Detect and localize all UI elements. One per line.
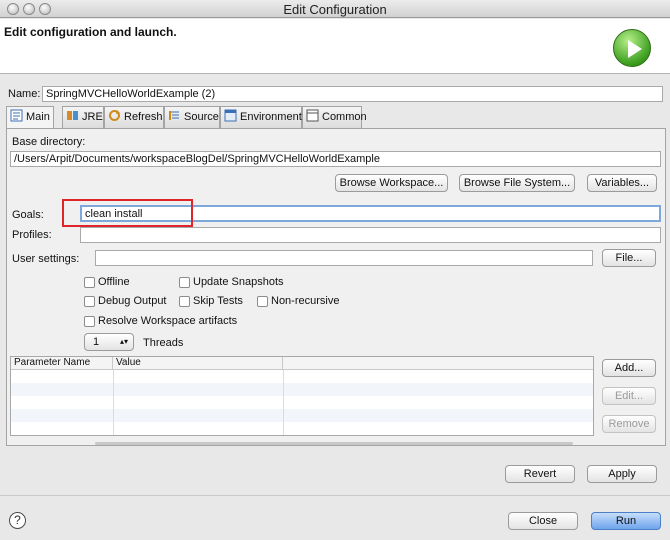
remove-button[interactable]: Remove: [602, 415, 656, 433]
browse-workspace-button[interactable]: Browse Workspace...: [335, 174, 448, 192]
column-divider: [283, 370, 284, 435]
window-titlebar: Edit Configuration: [0, 0, 670, 18]
footer-divider: [0, 495, 670, 496]
skip-tests-checkbox[interactable]: [179, 296, 190, 307]
window-title: Edit Configuration: [283, 2, 387, 17]
user-settings-label: User settings:: [12, 253, 80, 265]
tab-main-label: Main: [26, 111, 50, 123]
name-input[interactable]: SpringMVCHelloWorldExample (2): [42, 86, 663, 102]
add-button[interactable]: Add...: [602, 359, 656, 377]
threads-label: Threads: [143, 337, 184, 349]
tab-jre[interactable]: JRE: [62, 106, 104, 128]
edit-button[interactable]: Edit...: [602, 387, 656, 405]
update-snapshots-label: Update Snapshots: [193, 276, 284, 288]
updown-chevron-icon: ▴▾: [119, 337, 128, 346]
base-dir-label: Base directory:: [12, 136, 86, 148]
header-title: Edit configuration and launch.: [4, 25, 177, 39]
update-snapshots-checkbox[interactable]: [179, 277, 190, 288]
threads-select[interactable]: 1 ▴▾: [84, 333, 134, 351]
column-header-parameter-name[interactable]: Parameter Name: [11, 357, 113, 370]
file-button[interactable]: File...: [602, 249, 656, 267]
tab-common-label: Common: [322, 111, 367, 123]
skip-tests-label: Skip Tests: [193, 295, 243, 307]
debug-output-checkbox[interactable]: [84, 296, 95, 307]
tab-environment[interactable]: Environment: [220, 106, 302, 128]
environment-icon: [224, 109, 237, 122]
revert-button[interactable]: Revert: [505, 465, 575, 483]
horizontal-scrollbar[interactable]: [95, 442, 573, 445]
tab-refresh[interactable]: Refresh: [104, 106, 164, 128]
offline-checkbox[interactable]: [84, 277, 95, 288]
help-icon[interactable]: ?: [9, 512, 26, 529]
profiles-label: Profiles:: [12, 229, 52, 241]
column-header-filler: [283, 357, 593, 370]
run-play-icon: [613, 29, 651, 67]
goals-highlight-box: [62, 199, 193, 227]
main-tab-icon: [10, 109, 23, 122]
column-divider: [113, 370, 114, 435]
threads-value: 1: [93, 336, 100, 348]
tab-refresh-label: Refresh: [124, 111, 163, 123]
goals-label: Goals:: [12, 209, 44, 221]
jre-icon: [66, 109, 79, 122]
dialog-header: Edit configuration and launch.: [0, 19, 670, 74]
resolve-workspace-checkbox[interactable]: [84, 316, 95, 327]
tab-jre-label: JRE: [82, 111, 103, 123]
user-settings-input[interactable]: [95, 250, 593, 266]
base-dir-input[interactable]: /Users/Arpit/Documents/workspaceBlogDel/…: [10, 151, 661, 167]
browse-file-system-button[interactable]: Browse File System...: [459, 174, 575, 192]
table-row: [11, 409, 593, 422]
common-icon: [306, 109, 319, 122]
column-header-value[interactable]: Value: [113, 357, 283, 370]
refresh-icon: [108, 109, 121, 122]
apply-button[interactable]: Apply: [587, 465, 657, 483]
tab-environment-label: Environment: [240, 111, 302, 123]
profiles-input[interactable]: [80, 227, 661, 243]
close-button[interactable]: Close: [508, 512, 578, 530]
non-recursive-label: Non-recursive: [271, 295, 340, 307]
variables-button[interactable]: Variables...: [587, 174, 657, 192]
source-icon: [168, 109, 181, 122]
non-recursive-checkbox[interactable]: [257, 296, 268, 307]
tab-common[interactable]: Common: [302, 106, 367, 128]
tab-source-label: Source: [184, 111, 219, 123]
table-row: [11, 383, 593, 396]
tab-main[interactable]: Main: [6, 106, 54, 129]
tab-strip: Main JRE Refresh Source Environment Comm…: [6, 106, 662, 129]
parameters-table[interactable]: Parameter Name Value: [10, 356, 594, 436]
resolve-workspace-label: Resolve Workspace artifacts: [98, 315, 238, 327]
tab-source[interactable]: Source: [164, 106, 220, 128]
run-button[interactable]: Run: [591, 512, 661, 530]
offline-label: Offline: [98, 276, 130, 288]
debug-output-label: Debug Output: [98, 295, 167, 307]
name-label: Name:: [8, 88, 41, 100]
